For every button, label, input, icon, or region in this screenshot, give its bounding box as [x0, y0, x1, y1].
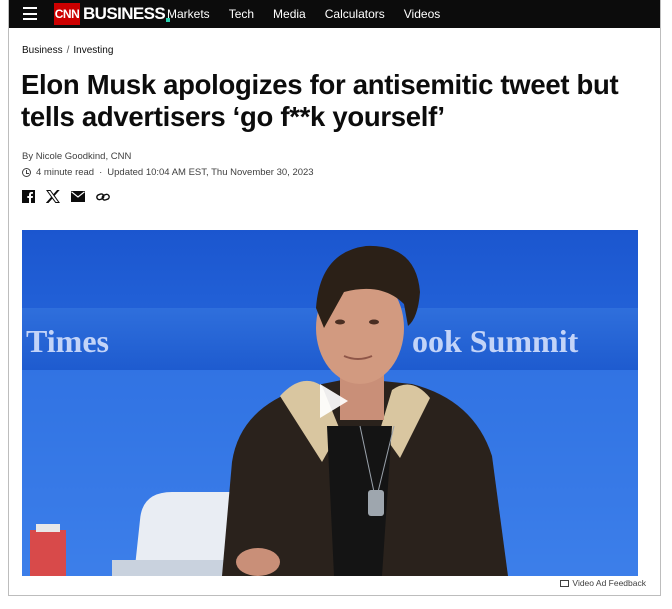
backdrop-left-text: Times	[26, 323, 109, 359]
share-bar	[22, 190, 121, 203]
byline-prefix: By	[22, 151, 36, 162]
meta-separator: ·	[99, 167, 103, 178]
top-nav-bar: CNN BUSINESS Markets Tech Media Calculat…	[9, 0, 660, 28]
nav-videos[interactable]: Videos	[404, 7, 440, 21]
cnn-logo: CNN	[54, 3, 80, 25]
x-icon[interactable]	[46, 190, 60, 203]
byline: By Nicole Goodkind, CNN	[22, 151, 131, 162]
breadcrumb: Business / Investing	[22, 45, 113, 56]
section-nav: Markets Tech Media Calculators Videos	[167, 0, 459, 28]
updated-timestamp: Updated 10:04 AM EST, Thu November 30, 2…	[107, 167, 314, 178]
facebook-icon[interactable]	[22, 190, 35, 203]
read-time: 4 minute read	[36, 167, 95, 178]
article-meta: 4 minute read · Updated 10:04 AM EST, Th…	[22, 167, 314, 178]
video-ad-feedback[interactable]: Video Ad Feedback	[560, 578, 646, 588]
menu-icon[interactable]	[23, 7, 37, 20]
nav-markets[interactable]: Markets	[167, 7, 210, 21]
business-wordmark: BUSINESS	[83, 4, 166, 23]
nav-calculators[interactable]: Calculators	[325, 7, 385, 21]
clock-icon	[22, 168, 31, 177]
breadcrumb-investing[interactable]: Investing	[73, 45, 113, 56]
breadcrumb-separator: /	[66, 45, 70, 56]
article-headline: Elon Musk apologizes for antisemitic twe…	[21, 69, 619, 132]
breadcrumb-business[interactable]: Business	[22, 45, 63, 56]
feedback-icon	[560, 579, 570, 587]
feedback-label: Video Ad Feedback	[572, 578, 646, 588]
video-player[interactable]: Times ook Summit	[22, 230, 638, 576]
page-frame: CNN BUSINESS Markets Tech Media Calculat…	[8, 0, 661, 596]
email-icon[interactable]	[71, 191, 85, 202]
nav-media[interactable]: Media	[273, 7, 306, 21]
backdrop-right-text: ook Summit	[412, 323, 579, 359]
link-icon[interactable]	[96, 192, 110, 202]
nav-tech[interactable]: Tech	[229, 7, 254, 21]
author-link[interactable]: Nicole Goodkind, CNN	[36, 151, 132, 162]
cnn-business-logo[interactable]: CNN BUSINESS	[54, 3, 171, 25]
play-button[interactable]	[310, 380, 352, 422]
